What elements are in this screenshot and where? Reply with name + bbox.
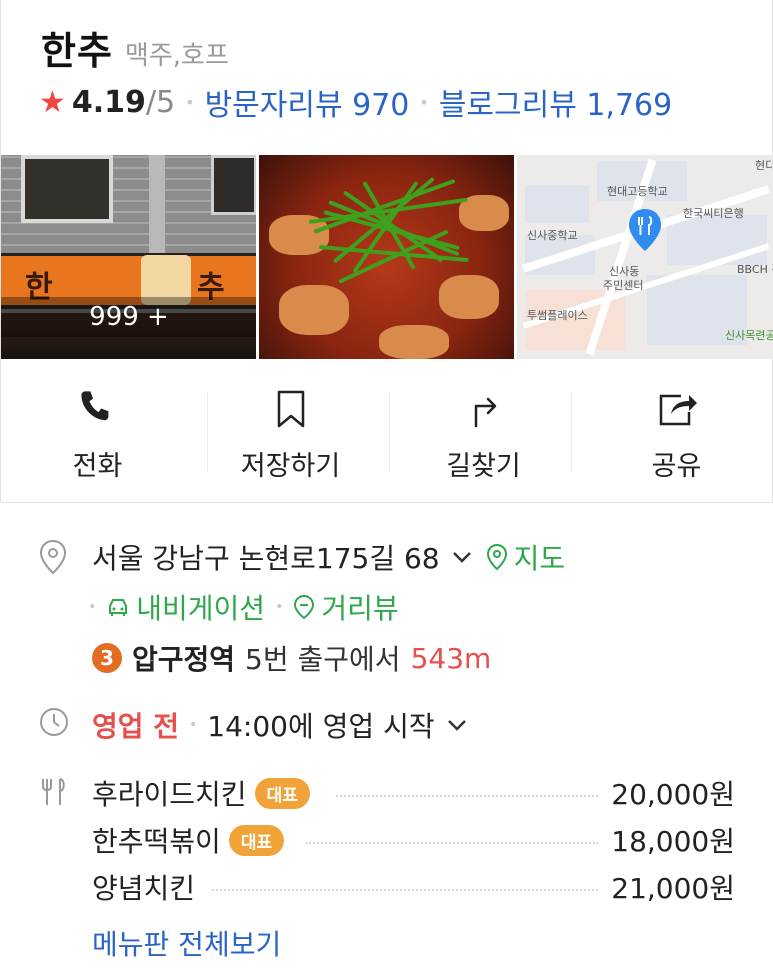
divider bbox=[207, 392, 208, 472]
chevron-down-icon[interactable] bbox=[452, 550, 472, 564]
subway-station: 압구정역 bbox=[132, 643, 236, 676]
separator-dot: • bbox=[275, 599, 284, 615]
photo-count-overlay[interactable]: 999 + bbox=[1, 297, 256, 337]
share-icon bbox=[659, 394, 697, 426]
rating-score: 4.19 bbox=[71, 84, 146, 120]
share-button[interactable]: 공유 bbox=[580, 370, 773, 488]
share-label: 공유 bbox=[651, 451, 702, 482]
leader-dots bbox=[212, 889, 598, 891]
location-icon bbox=[39, 539, 67, 575]
photo-window bbox=[211, 155, 256, 215]
subway-distance: 543m bbox=[410, 641, 492, 675]
navigation-link[interactable]: 내비게이션 bbox=[136, 587, 265, 627]
separator-dot: • bbox=[88, 599, 97, 615]
call-button[interactable]: 전화 bbox=[1, 370, 194, 488]
subway-row: 3 압구정역 5번 출구에서 543m bbox=[92, 638, 491, 678]
directions-button[interactable]: 길찾기 bbox=[387, 370, 580, 488]
map-link[interactable]: 지도 bbox=[514, 537, 566, 577]
blog-reviews-link[interactable]: 블로그리뷰 1,769 bbox=[439, 80, 672, 124]
green-onion-topping bbox=[304, 170, 474, 300]
map-block bbox=[525, 185, 589, 223]
map-label: BBCH 홀 bbox=[737, 263, 773, 276]
address-links-row: • 내비게이션 • 거리뷰 bbox=[88, 587, 399, 627]
business-hours: 14:00에 영업 시작 bbox=[207, 710, 435, 743]
rating-max: /5 bbox=[145, 84, 176, 120]
menu-item-row: 한추떡볶이 대표 bbox=[92, 820, 285, 860]
visitor-reviews-link[interactable]: 방문자리뷰 970 bbox=[205, 80, 410, 124]
leader-dots bbox=[336, 795, 598, 797]
rating-row: ★ 4.19 /5 • 방문자리뷰 970 • 블로그리뷰 1,769 bbox=[39, 80, 672, 124]
separator-dot: • bbox=[419, 92, 429, 112]
view-full-menu-row: 메뉴판 전체보기 bbox=[92, 923, 281, 963]
map-label: 신사목련공 bbox=[725, 329, 773, 342]
photo-strip: 한 추 999 + 현대고등학교 한국씨티은행 신사중학교 신사동 주민센터 B… bbox=[1, 155, 773, 359]
place-summary-card: 한추 맥주,호프 ★ 4.19 /5 • 방문자리뷰 970 • 블로그리뷰 1… bbox=[0, 0, 773, 503]
subway-exit: 5번 출구에서 bbox=[245, 643, 401, 676]
map-label: 신사중학교 bbox=[527, 229, 578, 242]
place-name: 한추 bbox=[41, 29, 113, 73]
map-label: 주민센터 bbox=[603, 279, 644, 292]
menu-item-row: 후라이드치킨 대표 bbox=[92, 773, 310, 813]
view-full-menu-link[interactable]: 메뉴판 전체보기 bbox=[92, 923, 281, 963]
map-label: 한국씨티은행 bbox=[683, 207, 744, 220]
menu-item-name: 양념치킨 bbox=[92, 872, 196, 905]
map-label: 현디 bbox=[755, 159, 773, 172]
map-label: 투썸플레이스 bbox=[527, 309, 588, 322]
address-row: 서울 강남구 논현로175길 68 지도 bbox=[92, 537, 565, 577]
map-pin-icon bbox=[629, 209, 661, 251]
fork-knife-icon bbox=[42, 778, 65, 805]
menu-item-price: 20,000원 bbox=[611, 778, 735, 811]
business-status: 영업 전 bbox=[92, 710, 180, 743]
place-category: 맥주,호프 bbox=[124, 41, 229, 71]
bookmark-icon bbox=[277, 390, 304, 428]
menu-item-price: 21,000원 bbox=[611, 872, 735, 905]
menu-item-row: 양념치킨 bbox=[92, 867, 195, 907]
star-icon: ★ bbox=[39, 84, 66, 120]
directions-label: 길찾기 bbox=[446, 451, 521, 482]
save-button[interactable]: 저장하기 bbox=[194, 370, 387, 488]
directions-icon bbox=[474, 397, 496, 428]
hours-row[interactable]: 영업 전 • 14:00에 영업 시작 bbox=[92, 705, 467, 745]
subway-line-badge: 3 bbox=[92, 643, 122, 673]
street-view-link[interactable]: 거리뷰 bbox=[321, 587, 398, 627]
street-view-icon bbox=[294, 594, 315, 620]
signature-badge: 대표 bbox=[228, 824, 285, 856]
menu-item-name: 후라이드치킨 bbox=[92, 778, 247, 811]
food-piece bbox=[379, 325, 449, 359]
divider bbox=[571, 392, 572, 472]
map-block bbox=[667, 215, 767, 265]
title-row: 한추 맥주,호프 bbox=[41, 20, 229, 75]
car-icon bbox=[109, 599, 128, 616]
signature-badge: 대표 bbox=[254, 777, 310, 809]
storefront-photo[interactable]: 한 추 999 + bbox=[1, 155, 256, 359]
leader-dots bbox=[306, 842, 598, 844]
action-bar: 전화 저장하기 길찾기 공유 bbox=[1, 370, 773, 488]
photo-pipe bbox=[149, 155, 165, 255]
address-text[interactable]: 서울 강남구 논현로175길 68 bbox=[92, 537, 440, 577]
separator-dot: • bbox=[185, 92, 195, 112]
menu-item-name: 한추떡볶이 bbox=[92, 825, 221, 858]
map-thumbnail[interactable]: 현대고등학교 한국씨티은행 신사중학교 신사동 주민센터 BBCH 홀 투썸플레… bbox=[517, 155, 773, 359]
map-label: 현대고등학교 bbox=[607, 185, 668, 198]
chevron-down-icon[interactable] bbox=[447, 718, 467, 732]
map-marker-icon bbox=[486, 543, 507, 571]
divider bbox=[389, 392, 390, 472]
food-photo[interactable] bbox=[259, 155, 514, 359]
phone-icon bbox=[80, 391, 108, 421]
save-label: 저장하기 bbox=[240, 451, 341, 482]
menu-item-price: 18,000원 bbox=[611, 825, 735, 858]
call-label: 전화 bbox=[72, 451, 123, 482]
photo-window bbox=[21, 155, 113, 223]
separator-dot: • bbox=[189, 717, 198, 733]
clock-icon bbox=[40, 708, 68, 736]
